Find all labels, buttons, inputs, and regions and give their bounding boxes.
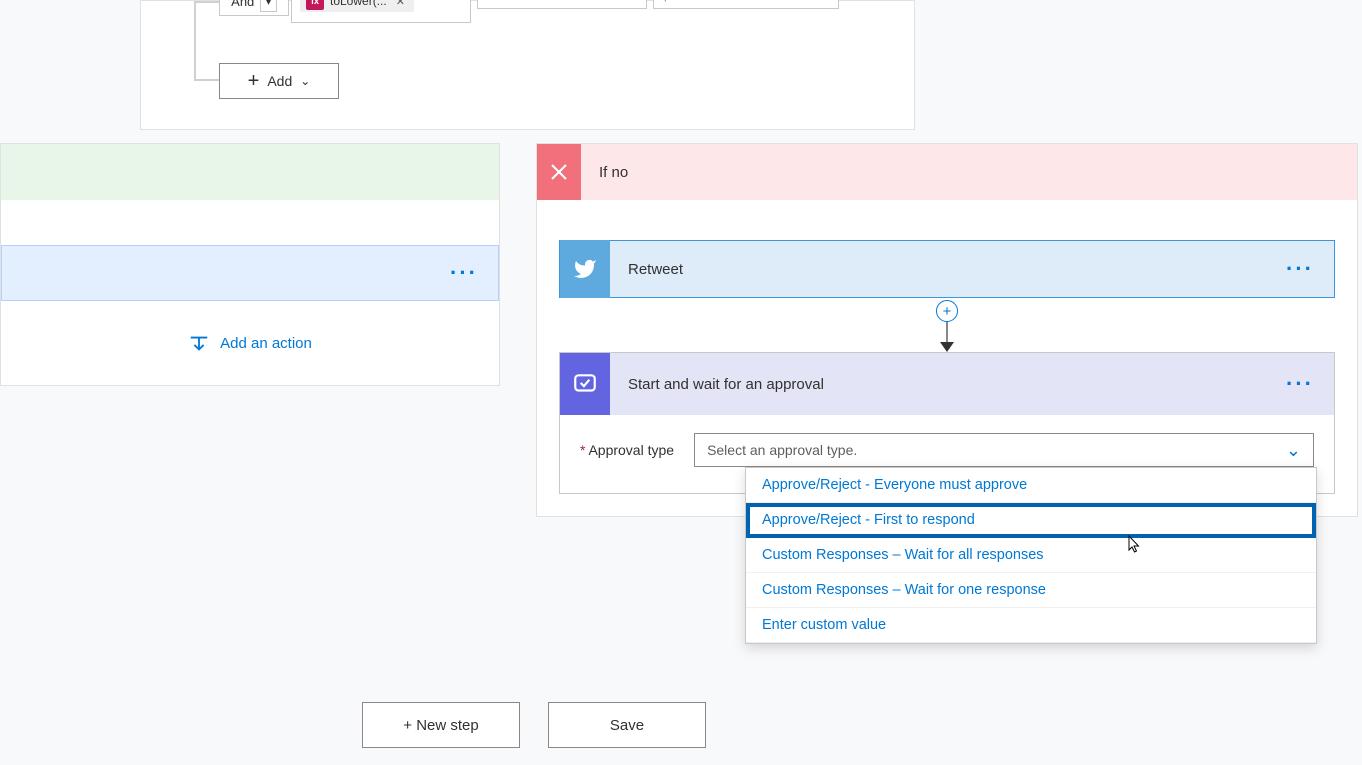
and-caret-icon: ▾	[260, 0, 277, 12]
approval-type-dropdown: Approve/Reject - Everyone must approve A…	[745, 467, 1317, 644]
dropdown-option-custom-value[interactable]: Enter custom value	[746, 608, 1316, 643]
more-icon[interactable]: ···	[1286, 371, 1314, 397]
value-text: problem	[664, 0, 711, 2]
new-step-button[interactable]: + New step	[362, 702, 520, 748]
token-text: toLower(...	[330, 0, 387, 8]
operator-value: contains	[488, 0, 536, 2]
token-remove-icon[interactable]: ✕	[393, 0, 408, 8]
approval-type-label: *Approval type	[580, 442, 674, 458]
add-condition-button[interactable]: + Add ⌄	[219, 63, 339, 99]
approval-placeholder: Select an approval type.	[707, 442, 857, 458]
add-action-button[interactable]: Add an action	[1, 301, 499, 385]
more-icon[interactable]: ···	[1286, 256, 1314, 282]
row-more-icon[interactable]: ···	[849, 0, 877, 12]
insert-icon	[188, 333, 210, 355]
save-button[interactable]: Save	[548, 702, 706, 748]
dropdown-option-everyone[interactable]: Approve/Reject - Everyone must approve	[746, 468, 1316, 503]
flow-connector: +	[559, 298, 1335, 352]
approval-header[interactable]: Start and wait for an approval ···	[560, 353, 1334, 415]
approval-action-card: Start and wait for an approval ··· *Appr…	[559, 352, 1335, 494]
and-label: And	[231, 0, 254, 9]
no-header-icon-box	[537, 144, 581, 200]
dropdown-option-first[interactable]: Approve/Reject - First to respond	[746, 503, 1316, 538]
if-no-title: If no	[581, 164, 628, 181]
tree-line	[194, 1, 196, 81]
chevron-down-icon: ▾	[629, 0, 636, 2]
close-icon	[549, 162, 569, 182]
if-no-header: If no	[537, 144, 1357, 200]
chevron-down-icon: ⌄	[300, 74, 310, 88]
add-action-label: Add an action	[220, 335, 312, 352]
retweet-title: Retweet	[610, 261, 683, 278]
twitter-icon	[560, 240, 610, 298]
condition-value-input[interactable]: problem	[653, 0, 839, 9]
yes-action-card[interactable]: ···	[1, 245, 499, 301]
arrow-down-icon	[940, 342, 954, 352]
if-yes-branch: ··· Add an action	[0, 143, 500, 386]
plus-icon: +	[248, 70, 260, 93]
add-label: Add	[267, 73, 292, 89]
approval-type-select[interactable]: Select an approval type. ⌄	[694, 433, 1314, 467]
footer-buttons: + New step Save	[362, 702, 706, 748]
fx-icon: fx	[306, 0, 324, 10]
tree-line	[194, 79, 219, 81]
more-icon[interactable]: ···	[450, 260, 478, 286]
expression-token[interactable]: fx toLower(... ✕	[300, 0, 414, 12]
operator-select[interactable]: contains ▾	[477, 0, 647, 9]
chevron-down-icon: ⌄	[1286, 440, 1301, 461]
insert-step-button[interactable]: +	[936, 300, 958, 322]
dropdown-option-custom-all[interactable]: Custom Responses – Wait for all response…	[746, 538, 1316, 573]
and-group-select[interactable]: And ▾	[219, 0, 289, 16]
if-yes-header	[1, 144, 499, 200]
condition-left-field[interactable]: fx toLower(... ✕	[291, 0, 471, 23]
dropdown-option-custom-one[interactable]: Custom Responses – Wait for one response	[746, 573, 1316, 608]
approval-icon	[560, 353, 610, 415]
if-no-branch: If no Retweet ··· +	[536, 143, 1358, 517]
condition-card: And ▾ fx toLower(... ✕ contains ▾ proble…	[140, 0, 915, 130]
tree-line	[194, 1, 219, 3]
approval-title: Start and wait for an approval	[610, 376, 824, 393]
retweet-action-card[interactable]: Retweet ···	[559, 240, 1335, 298]
